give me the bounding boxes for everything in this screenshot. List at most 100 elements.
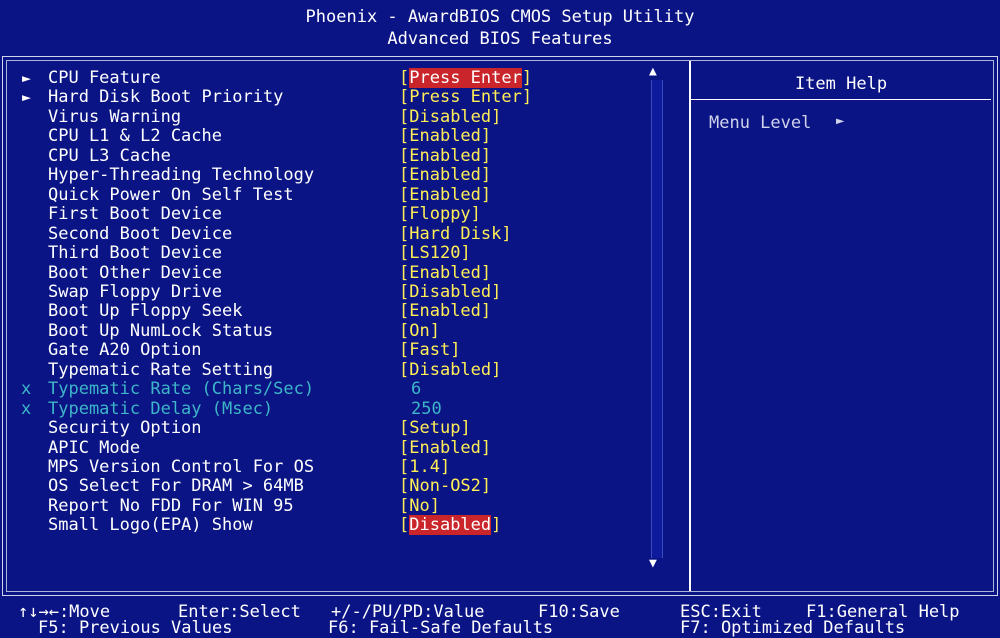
setting-value[interactable]: [Disabled] (399, 282, 501, 302)
setting-value[interactable]: [Fast] (399, 341, 460, 360)
setting-row[interactable]: ► Hard Disk Boot Priority [Press Enter] (22, 87, 532, 108)
setting-value-text: Press Enter (409, 87, 522, 108)
setting-row[interactable]: OS Select For DRAM > 64MB [Non-OS2] (48, 477, 491, 496)
header: Phoenix - AwardBIOS CMOS Setup Utility A… (0, 0, 1000, 56)
setting-value-text: Hard Disk (409, 223, 502, 244)
setting-label: Boot Up Floppy Seek (48, 301, 243, 322)
setting-value[interactable]: [Floppy] (399, 205, 481, 224)
setting-row[interactable]: First Boot Device [Floppy] (48, 205, 481, 224)
setting-row[interactable]: Boot Up NumLock Status [On] (48, 321, 440, 341)
setting-value[interactable]: [Enabled] (399, 262, 491, 283)
setting-value[interactable]: [Enabled] (399, 166, 491, 185)
setting-label: Virus Warning (48, 106, 182, 127)
setting-value[interactable]: [Press Enter] (399, 68, 533, 88)
bracket-close: ] (470, 204, 481, 225)
bracket-open: [ (399, 106, 410, 127)
setting-value[interactable]: [Disabled] (399, 359, 501, 380)
setting-value[interactable]: [No] (399, 495, 440, 516)
setting-row[interactable]: Hyper-Threading Technology [Enabled] (48, 166, 491, 185)
setting-label: Security Option (48, 418, 202, 439)
setting-row[interactable]: CPU L3 Cache [Enabled] (48, 146, 491, 166)
setting-value-text: Floppy (409, 204, 471, 225)
bracket-close: ] (450, 340, 461, 361)
setting-row[interactable]: Swap Floppy Drive [Disabled] (48, 281, 501, 302)
x-icon: x (21, 398, 32, 419)
setting-value[interactable]: [Enabled] (399, 184, 492, 205)
bracket-close: ] (429, 495, 440, 516)
setting-label: Boot Other Device (48, 262, 222, 283)
setting-row[interactable]: Third Boot Device [LS120] (48, 244, 471, 263)
setting-value[interactable]: [Press Enter] (399, 88, 532, 107)
bracket-close: ] (521, 68, 533, 88)
setting-row[interactable]: Boot Other Device [Enabled] (48, 262, 491, 283)
page-title: Advanced BIOS Features (387, 29, 613, 49)
setting-label: Hard Disk Boot Priority (48, 87, 284, 108)
setting-row[interactable]: CPU L1 & L2 Cache [Enabled] (48, 127, 491, 146)
setting-value-text: Enabled (409, 184, 481, 205)
bracket-close: ] (429, 320, 440, 341)
bracket-close: ] (480, 126, 492, 147)
bracket-close: ] (480, 476, 492, 497)
bracket-close: ] (491, 515, 502, 536)
bracket-open: [ (399, 68, 410, 88)
setting-row[interactable]: APIC Mode [Enabled] (48, 438, 491, 458)
bracket-open: [ (399, 476, 410, 497)
right-triangle-icon: ► (22, 69, 32, 87)
bracket-open: [ (399, 515, 410, 536)
bracket-open: [ (399, 320, 410, 341)
setting-row[interactable]: Virus Warning [Disabled] (48, 106, 501, 127)
setting-row[interactable]: Boot Up Floppy Seek [Enabled] (48, 301, 491, 322)
bracket-close: ] (480, 145, 492, 166)
setting-row[interactable]: Typematic Rate Setting [Disabled] (48, 360, 501, 380)
help-panel-divider (691, 99, 991, 100)
bracket-close: ] (491, 106, 502, 127)
setting-value[interactable]: [LS120] (399, 244, 471, 263)
scroll-down-icon[interactable]: ▼ (649, 556, 657, 571)
setting-value[interactable]: [Enabled] (399, 145, 492, 166)
right-triangle-icon: ► (836, 113, 845, 129)
setting-value[interactable]: [Hard Disk] (399, 223, 512, 244)
bracket-close: ] (521, 87, 533, 108)
bracket-open: [ (399, 223, 410, 244)
bracket-open: [ (399, 145, 410, 166)
x-icon: x (21, 379, 32, 400)
setting-row[interactable]: Report No FDD For WIN 95 [No] (48, 496, 440, 516)
menu-level-label: Menu Level (709, 113, 812, 133)
bracket-open: [ (399, 126, 410, 147)
bracket-open: [ (399, 243, 410, 264)
setting-label: Typematic Rate (Chars/Sec) (48, 379, 315, 400)
bracket-open: [ (399, 87, 410, 108)
bracket-close: ] (480, 184, 492, 205)
bracket-open: [ (399, 359, 410, 380)
right-triangle-icon: ► (22, 88, 32, 107)
setting-value-text: 250 (411, 398, 442, 419)
setting-value[interactable]: [Setup] (399, 419, 471, 438)
setting-value[interactable]: [Enabled] (399, 302, 491, 321)
scroll-up-icon[interactable]: ▲ (649, 64, 657, 79)
setting-label: Small Logo(EPA) Show (48, 515, 253, 536)
setting-label: Swap Floppy Drive (48, 281, 222, 302)
setting-row[interactable]: Second Boot Device [Hard Disk] (48, 224, 512, 244)
setting-value[interactable]: [Disabled] (399, 106, 502, 127)
setting-row[interactable]: Small Logo(EPA) Show [Disabled] (48, 515, 501, 536)
bracket-close: ] (480, 437, 492, 458)
setting-value-text: LS120 (409, 243, 461, 264)
setting-value[interactable]: [Disabled] (399, 515, 502, 536)
setting-value[interactable]: [Non-OS2] (399, 477, 491, 496)
bracket-close: ] (460, 243, 471, 264)
setting-value[interactable]: [On] (399, 320, 440, 341)
setting-row[interactable]: MPS Version Control For OS [1.4] (48, 458, 450, 477)
window-title: Phoenix - AwardBIOS CMOS Setup Utility (305, 7, 695, 27)
setting-value[interactable]: [Enabled] (399, 437, 492, 458)
setting-value-text: Enabled (409, 262, 481, 283)
setting-value[interactable]: [1.4] (399, 458, 450, 477)
setting-row[interactable]: ► CPU Feature [Press Enter] (22, 68, 532, 88)
bracket-open: [ (399, 437, 410, 458)
setting-value-text: Press Enter (409, 68, 522, 88)
setting-row[interactable]: Security Option [Setup] (48, 418, 471, 439)
setting-row[interactable]: Gate A20 Option [Fast] (48, 341, 460, 360)
setting-value[interactable]: [Enabled] (399, 127, 491, 146)
bracket-open: [ (399, 165, 410, 186)
setting-row[interactable]: Quick Power On Self Test [Enabled] (48, 185, 491, 205)
scrollbar[interactable] (651, 80, 663, 558)
